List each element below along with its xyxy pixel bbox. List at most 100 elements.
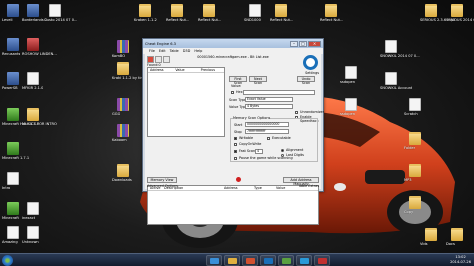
desktop-icon[interactable]: MUSICS FOR INTRO [22, 108, 57, 126]
copy-on-write-checkbox[interactable] [234, 143, 237, 146]
column-type[interactable]: Type [252, 186, 274, 190]
taskbar-app-explorer[interactable] [224, 255, 240, 266]
desktop-icon[interactable]: PowerSB [2, 72, 24, 90]
fast-scan-input[interactable]: 4 [255, 149, 263, 154]
desktop-icon[interactable]: Minecraft Hack 1.7.5 [2, 108, 39, 126]
desktop-icon[interactable]: Intro [2, 172, 24, 190]
desktop-icon[interactable]: Copy [404, 196, 426, 214]
unrandomizer-label: Unrandomizer [300, 110, 324, 114]
start-button-icon[interactable] [2, 255, 13, 266]
desktop-icon[interactable]: GGG [112, 98, 134, 116]
desktop-icon-label: inexact [22, 216, 36, 220]
taskbar-app-skype[interactable] [296, 255, 312, 266]
executable-checkbox[interactable] [267, 137, 270, 140]
desktop-icon[interactable]: ROSHOW LINDEN... [22, 38, 57, 56]
cheat-engine-logo-icon[interactable] [303, 55, 318, 70]
hex-checkbox[interactable] [231, 91, 234, 94]
desktop-icon[interactable]: KomBO [112, 40, 134, 58]
green-icon [7, 108, 19, 121]
window-titlebar[interactable]: Cheat Engine 6.3 – □ × [143, 39, 323, 48]
desktop-icon[interactable]: Folder [404, 132, 426, 150]
start-address-input[interactable]: 0000000000000000 [245, 122, 289, 127]
address-table[interactable]: Active Description Address Type Value [147, 185, 319, 225]
desktop-icon-label: Kaboom [112, 138, 127, 142]
desktop-icon-label: Reflect Nut... [270, 18, 294, 22]
desktop-icon[interactable]: Docs [446, 228, 468, 246]
menu-help[interactable]: Help [194, 49, 202, 53]
desktop-icon[interactable]: Amazing [2, 226, 24, 244]
app-icon [210, 258, 219, 264]
desktop-icon[interactable]: Gusto 2014 07 0... [44, 4, 77, 22]
settings-link[interactable]: Settings [305, 71, 319, 75]
taskbar-app-media[interactable] [242, 255, 258, 266]
cheat-engine-window: Cheat Engine 6.3 – □ × File Edit Table D… [142, 38, 324, 225]
desktop-icon[interactable]: Recusants [2, 38, 24, 56]
taskbar-app-recorder[interactable] [314, 255, 330, 266]
value-input[interactable] [243, 90, 315, 95]
save-table-icon[interactable] [163, 56, 170, 63]
add-address-manually-button[interactable]: Add Address Manually [283, 177, 319, 186]
scan-results-list[interactable]: Address Value Previous [147, 67, 225, 137]
desktop-icon-label: Vids [420, 242, 428, 246]
open-table-icon[interactable] [155, 56, 162, 63]
menu-file[interactable]: File [149, 49, 155, 53]
file-icon [345, 66, 357, 79]
menu-table[interactable]: Table [170, 49, 179, 53]
desktop-icon[interactable]: MP3 [404, 164, 426, 182]
desktop-icon[interactable]: SND1000 [244, 4, 266, 22]
undo-scan-button[interactable]: Undo Scan [297, 76, 315, 85]
desktop-icon[interactable]: Minecraft 1.7.1 [2, 142, 29, 160]
open-process-icon[interactable] [147, 56, 154, 63]
desktop-icon[interactable]: ssdopen [340, 66, 362, 84]
desktop-icon[interactable]: inexact [22, 202, 44, 220]
first-scan-button[interactable]: First Scan [229, 76, 247, 85]
minimize-button[interactable]: – [290, 40, 298, 47]
column-table-address[interactable]: Address [222, 186, 252, 190]
unrandomizer-checkbox[interactable] [295, 111, 298, 114]
close-button[interactable]: × [308, 40, 321, 47]
column-value[interactable]: Value [173, 68, 198, 72]
desktop-icon[interactable]: Reflect Nut... [320, 4, 343, 22]
stop-address-input[interactable]: 7fffffffffffffff [245, 129, 289, 134]
desktop-icon[interactable]: SERIOUS 2014 07 0... [446, 4, 474, 22]
menu-d3d[interactable]: D3D [183, 49, 191, 53]
next-scan-button[interactable]: Next Scan [249, 76, 267, 85]
desktop-icon[interactable]: Leveli [2, 4, 24, 22]
advanced-options-link[interactable]: Advanced Options [147, 184, 178, 189]
maximize-button[interactable]: □ [299, 40, 307, 47]
desktop-icon[interactable]: Borderlands 2 [22, 4, 47, 22]
scan-type-select[interactable]: Exact Value [245, 97, 293, 102]
column-previous[interactable]: Previous [199, 68, 224, 72]
system-tray-clock[interactable]: 13:02 2014-07-26 [450, 254, 471, 266]
desktop-icon[interactable]: Reflect Nut... [198, 4, 221, 22]
desktop-icon[interactable]: Kraki 1.1.2 by tirosh [112, 62, 148, 80]
table-extras-link[interactable]: Table Extras [298, 184, 319, 189]
desktop-icon[interactable]: Kraken 1.1.2 [134, 4, 157, 22]
pause-game-checkbox[interactable] [234, 157, 237, 160]
taskbar-app-chrome[interactable] [206, 255, 222, 266]
stop-icon[interactable] [236, 177, 241, 182]
desktop-icon[interactable]: Scratch [404, 98, 426, 116]
writable-checkbox[interactable] [234, 137, 237, 140]
memory-view-button[interactable]: Memory View [147, 177, 177, 183]
taskbar-app-minecraft[interactable] [278, 255, 294, 266]
desktop-icon[interactable]: Reflect Nut... [166, 4, 189, 22]
desktop-icon[interactable]: SERIOUS 2.3.6 mp3 [420, 4, 455, 22]
fast-scan-checkbox[interactable] [234, 150, 237, 153]
taskbar-app-cheat-engine[interactable] [260, 255, 276, 266]
desktop-icon[interactable]: Unknown [22, 226, 44, 244]
desktop-icon[interactable]: Downloads [112, 164, 134, 182]
desktop-icon[interactable]: Reflect Nut... [270, 4, 293, 22]
menu-edit[interactable]: Edit [159, 49, 166, 53]
column-table-value[interactable]: Value [274, 186, 294, 190]
value-type-select[interactable]: 4 Bytes [245, 104, 293, 109]
desktop-icon[interactable]: Minecraft [2, 202, 24, 220]
desktop-icon[interactable]: SNOWKIL Account [380, 72, 412, 90]
desktop-icon[interactable]: ssdopen [340, 98, 362, 116]
desktop-icon[interactable]: SNOWKIL 2014 07 0... [380, 40, 420, 58]
desktop-icon[interactable]: MFKIR 2.1.0 [22, 72, 44, 90]
column-address[interactable]: Address [148, 68, 173, 72]
desktop-icon[interactable]: Kaboom [112, 124, 134, 142]
desktop-icon[interactable]: Vids [420, 228, 442, 246]
alignment-radio[interactable] [281, 149, 284, 152]
